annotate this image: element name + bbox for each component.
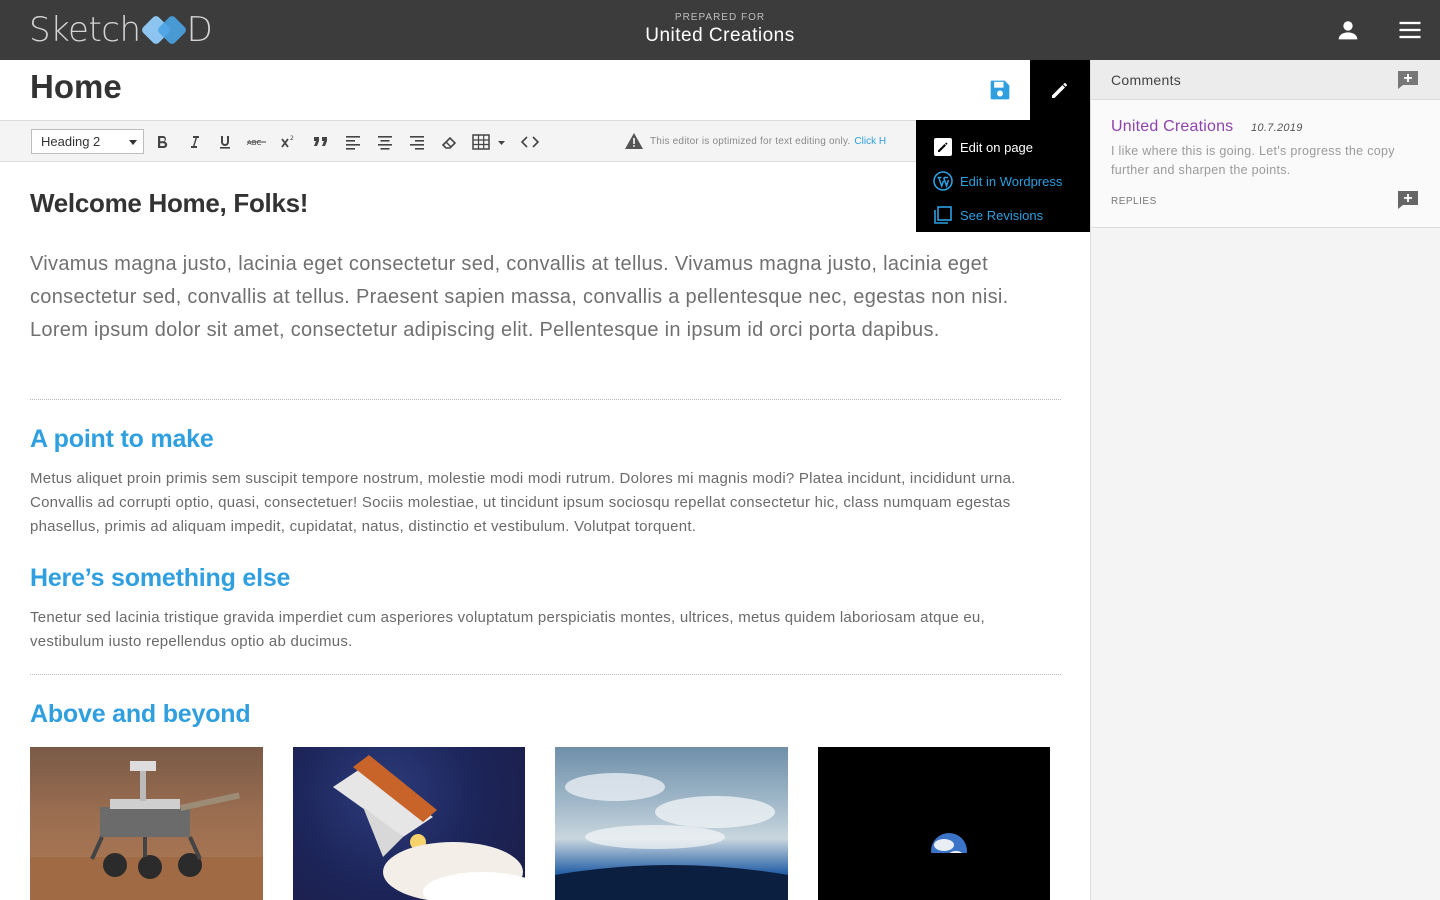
pencil-icon	[1052, 83, 1067, 98]
section-heading-point[interactable]: A point to make	[30, 425, 214, 454]
comments-title: Comments	[1111, 72, 1182, 88]
edit-dropdown-menu: Edit on page Edit in Wordpress See Revis…	[916, 120, 1090, 232]
superscript-button[interactable]: 2	[278, 131, 300, 153]
quote-icon	[314, 137, 327, 146]
comments-header: Comments	[1091, 60, 1440, 100]
hamburger-menu-icon	[1399, 21, 1421, 39]
add-reply-button[interactable]	[1397, 190, 1419, 210]
sketchpod-logo[interactable]: Sketch D	[29, 10, 213, 50]
section-divider	[30, 674, 1061, 675]
italic-icon	[191, 136, 199, 148]
copy-stack-icon	[933, 205, 953, 225]
editor-notice: This editor is optimized for text editin…	[624, 132, 916, 150]
welcome-heading[interactable]: Welcome Home, Folks!	[30, 188, 308, 219]
add-reply-icon	[1398, 191, 1418, 209]
menu-item-label: Edit on page	[960, 139, 1034, 155]
comment-body: I like where this is going. Let's progre…	[1111, 144, 1395, 177]
main-menu-button[interactable]	[1396, 16, 1424, 44]
align-right-icon	[410, 136, 424, 150]
align-center-icon	[378, 136, 392, 150]
comment-replies-label[interactable]: REPLIES	[1111, 196, 1157, 207]
menu-item-edit-in-wordpress[interactable]: Edit in Wordpress	[916, 164, 1090, 198]
mars-rover-image[interactable]	[30, 747, 263, 900]
section-divider	[30, 399, 1061, 400]
warning-icon	[625, 133, 643, 149]
client-name: United Creations	[645, 25, 795, 46]
italic-button[interactable]	[183, 131, 205, 153]
table-button[interactable]	[470, 131, 510, 153]
table-icon	[472, 134, 505, 150]
align-left-button[interactable]	[342, 131, 364, 153]
clear-format-button[interactable]	[438, 131, 460, 153]
superscript-icon: 2	[281, 135, 294, 148]
comment-date: 10.7.2019	[1251, 122, 1303, 134]
menu-item-see-revisions[interactable]: See Revisions	[916, 198, 1090, 232]
format-select-value: Heading 2	[41, 134, 101, 149]
edit-mode-button[interactable]	[1030, 60, 1090, 120]
add-comment-button[interactable]	[1397, 70, 1419, 90]
underline-button[interactable]	[214, 131, 236, 153]
logo-text-start: Sketch	[29, 10, 141, 50]
menu-item-edit-on-page[interactable]: Edit on page	[916, 130, 1090, 164]
logo-diamond-icon	[140, 13, 188, 47]
comment-card: United Creations 10.7.2019 I like where …	[1091, 100, 1440, 228]
section-body-else[interactable]: Tenetur sed lacinia tristique gravida im…	[30, 606, 1061, 654]
prepared-for-label: PREPARED FOR	[674, 12, 766, 23]
save-button[interactable]	[986, 76, 1014, 104]
strikethrough-icon: ABC	[247, 139, 266, 147]
eraser-icon	[441, 136, 457, 149]
chevron-down-icon	[129, 140, 137, 145]
lead-paragraph[interactable]: Vivamus magna justo, lacinia eget consec…	[30, 248, 1061, 347]
section-heading-beyond[interactable]: Above and beyond	[30, 700, 251, 729]
underline-icon	[220, 136, 230, 149]
wordpress-icon	[933, 171, 953, 191]
align-right-button[interactable]	[406, 131, 428, 153]
comment-author[interactable]: United Creations	[1111, 118, 1233, 136]
floppy-disk-icon	[990, 80, 1010, 100]
logo-text-end: D	[186, 10, 213, 50]
person-icon	[1338, 21, 1358, 40]
top-bar: Sketch D PREPARED FOR United Creations	[0, 0, 1440, 60]
bold-icon	[158, 136, 168, 149]
editor-notice-text: This editor is optimized for text editin…	[650, 135, 851, 147]
bold-button[interactable]	[151, 131, 173, 153]
svg-text:2: 2	[290, 135, 294, 142]
prepared-for-block: PREPARED FOR United Creations	[560, 12, 880, 47]
format-select[interactable]: Heading 2	[31, 129, 144, 154]
menu-item-label: See Revisions	[960, 207, 1044, 223]
pencil-square-icon	[933, 137, 953, 157]
align-left-icon	[346, 136, 360, 150]
svg-text:ABC: ABC	[247, 139, 261, 147]
source-code-button[interactable]	[519, 131, 541, 153]
add-comment-icon	[1398, 71, 1418, 89]
align-center-button[interactable]	[374, 131, 396, 153]
space-shuttle-launch-image[interactable]	[293, 747, 525, 900]
code-icon	[520, 136, 540, 148]
earth-from-space-image[interactable]	[818, 747, 1050, 900]
comments-sidebar: Comments United Creations 10.7.2019 I li…	[1090, 60, 1440, 900]
strikethrough-button[interactable]: ABC	[246, 131, 268, 153]
menu-item-label: Edit in Wordpress	[960, 173, 1063, 189]
editor-notice-link[interactable]: Click H	[854, 136, 886, 147]
earth-atmosphere-image[interactable]	[555, 747, 788, 900]
user-account-button[interactable]	[1334, 16, 1362, 44]
section-body-point[interactable]: Metus aliquet proin primis sem suscipit …	[30, 467, 1061, 539]
page-title: Home	[30, 68, 122, 105]
section-heading-else[interactable]: Here’s something else	[30, 564, 290, 593]
blockquote-button[interactable]	[310, 131, 332, 153]
